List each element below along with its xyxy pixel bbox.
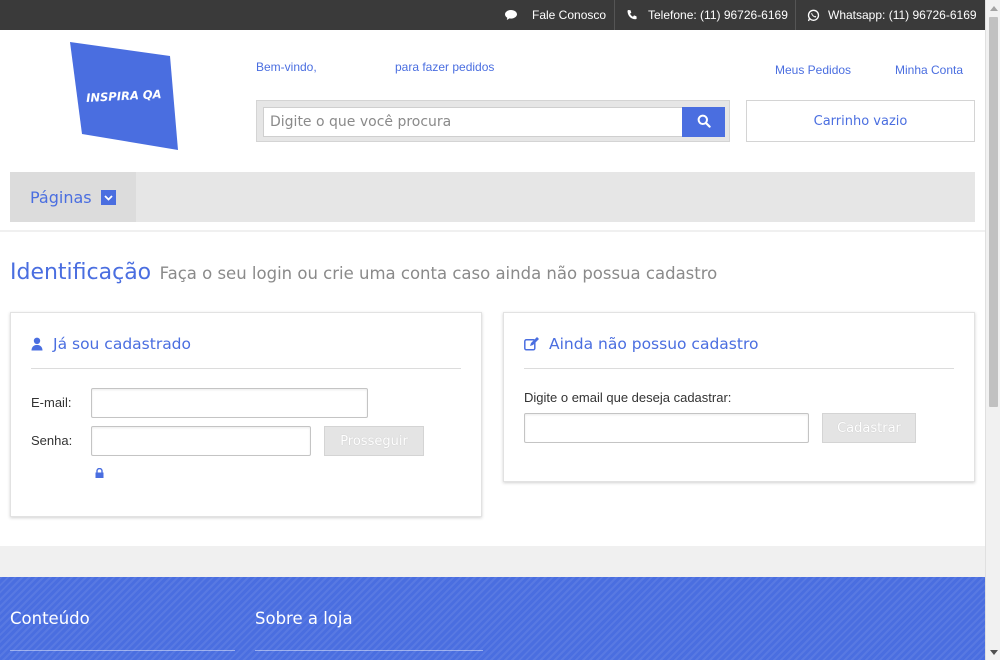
login-link[interactable]: para fazer pedidos <box>395 60 494 74</box>
contact-link[interactable]: Fale Conosco <box>504 0 606 30</box>
nav-pages-menu[interactable]: Páginas <box>10 172 136 222</box>
page-title-text: Identificação <box>10 260 152 285</box>
phone-link[interactable]: Telefone: (11) 96726-6169 <box>625 0 788 30</box>
login-submit-button[interactable]: Prosseguir <box>324 426 424 456</box>
login-card-header: Já sou cadastrado <box>31 335 461 369</box>
page-title: Identificação Faça o seu login ou crie u… <box>10 260 717 285</box>
email-field[interactable] <box>91 388 368 418</box>
site-header: INSPIRA QA Bem-vindo, para fazer pedidos… <box>0 30 985 230</box>
divider <box>795 0 796 30</box>
my-account-link[interactable]: Minha Conta <box>895 63 963 77</box>
scroll-up-icon[interactable] <box>989 3 998 13</box>
email-label: E-mail: <box>31 395 72 410</box>
login-card: Já sou cadastrado E-mail: Senha: Prosseg… <box>10 312 482 517</box>
whatsapp-icon <box>806 8 820 22</box>
edit-icon <box>524 337 539 355</box>
lock-icon[interactable] <box>95 465 104 483</box>
nav-pages-label: Páginas <box>30 187 92 207</box>
login-card-title: Já sou cadastrado <box>53 335 192 353</box>
phone-icon <box>625 8 639 22</box>
password-label: Senha: <box>31 433 73 448</box>
phone-label: Telefone: (11) 96726-6169 <box>648 8 788 22</box>
site-footer: Conteúdo Sobre a loja <box>0 577 985 660</box>
cart-button[interactable]: Carrinho vazio <box>746 100 975 142</box>
scroll-thumb[interactable] <box>989 17 998 407</box>
register-prompt: Digite o email que deseja cadastrar: <box>524 390 732 405</box>
footer-heading-about: Sobre a loja <box>255 609 353 628</box>
chevron-down-icon <box>101 190 116 205</box>
site-logo[interactable]: INSPIRA QA <box>68 42 180 152</box>
scroll-down-icon[interactable] <box>989 647 998 657</box>
footer-heading-content: Conteúdo <box>10 609 90 628</box>
register-card: Ainda não possuo cadastro Digite o email… <box>503 312 975 482</box>
register-card-header: Ainda não possuo cadastro <box>524 335 954 369</box>
contact-label: Fale Conosco <box>532 8 607 22</box>
page-subtitle: Faça o seu login ou crie uma conta caso … <box>159 264 718 283</box>
welcome-area: Bem-vindo, para fazer pedidos <box>256 60 494 74</box>
register-submit-button[interactable]: Cadastrar <box>822 413 916 443</box>
search-button[interactable] <box>682 107 725 137</box>
my-orders-link[interactable]: Meus Pedidos <box>775 63 851 77</box>
top-bar: Fale Conosco Telefone: (11) 96726-6169 W… <box>0 0 985 30</box>
footer-divider <box>255 650 483 651</box>
register-card-title: Ainda não possuo cadastro <box>549 335 759 353</box>
main-content: Identificação Faça o seu login ou crie u… <box>0 232 985 546</box>
page-scrollbar[interactable] <box>985 0 1000 660</box>
register-email-field[interactable] <box>524 413 809 443</box>
cart-label: Carrinho vazio <box>813 113 908 129</box>
search-bar <box>256 100 730 142</box>
main-nav: Páginas <box>10 172 975 222</box>
password-field[interactable] <box>91 426 311 456</box>
search-icon <box>697 114 711 131</box>
whatsapp-label: Whatsapp: (11) 96726-6169 <box>828 8 977 22</box>
whatsapp-link[interactable]: Whatsapp: (11) 96726-6169 <box>806 0 977 30</box>
page: Fale Conosco Telefone: (11) 96726-6169 W… <box>0 0 1000 660</box>
chat-icon <box>504 8 518 22</box>
user-icon <box>31 337 43 355</box>
search-input[interactable] <box>263 107 683 137</box>
welcome-text: Bem-vindo, <box>256 60 317 74</box>
footer-divider <box>10 650 235 651</box>
divider <box>614 0 615 30</box>
